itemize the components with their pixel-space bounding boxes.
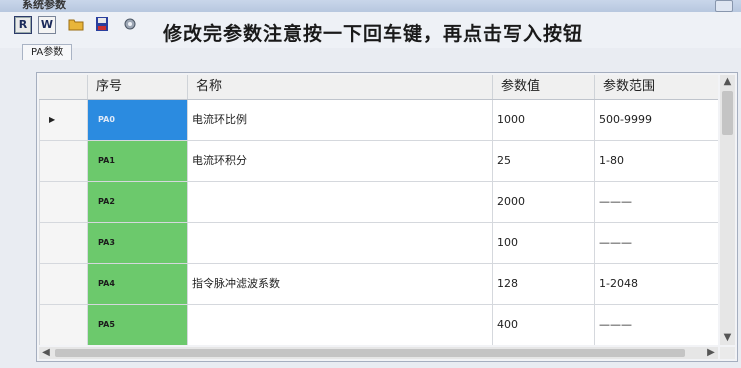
param-name-cell[interactable] bbox=[187, 182, 492, 222]
scroll-up-icon[interactable]: ▲ bbox=[720, 75, 735, 89]
row-header[interactable]: ▶ bbox=[39, 100, 87, 140]
param-id-cell[interactable]: PA1 bbox=[87, 141, 187, 181]
col-header-value[interactable]: 参数值 bbox=[492, 75, 594, 99]
param-range-cell[interactable]: 500-9999 bbox=[594, 100, 718, 140]
horizontal-scroll-thumb[interactable] bbox=[55, 349, 685, 357]
table-row[interactable]: ▶ PA0 电流环比例 1000 500-9999 bbox=[39, 100, 718, 141]
param-name-cell[interactable]: 电流环比例 bbox=[187, 100, 492, 140]
scrollbar-corner bbox=[720, 347, 735, 359]
param-id-cell[interactable]: PA0 bbox=[87, 100, 187, 140]
param-range-cell[interactable]: ——— bbox=[594, 305, 718, 345]
tab-pa-params[interactable]: PA参数 bbox=[22, 44, 73, 60]
save-disk-icon[interactable] bbox=[94, 16, 110, 32]
vertical-scrollbar[interactable]: ▲ ▼ bbox=[720, 75, 735, 345]
row-header-corner bbox=[39, 75, 87, 99]
window-title: 系统参数 bbox=[22, 0, 66, 11]
param-range-cell[interactable]: 1-80 bbox=[594, 141, 718, 181]
write-button[interactable]: W bbox=[38, 16, 56, 34]
row-header[interactable] bbox=[39, 182, 87, 222]
table-row[interactable]: PA4 指令脉冲滤波系数 128 1-2048 bbox=[39, 264, 718, 305]
param-name-cell[interactable]: 电流环积分 bbox=[187, 141, 492, 181]
param-range-cell[interactable]: ——— bbox=[594, 223, 718, 263]
settings-icon[interactable] bbox=[122, 16, 138, 32]
param-name-cell[interactable] bbox=[187, 305, 492, 345]
param-panel: 序号 名称 参数值 参数范围 ▶ PA0 电流环比例 1000 500-9999… bbox=[36, 72, 738, 362]
param-value-cell[interactable]: 25 bbox=[492, 141, 594, 181]
col-header-name[interactable]: 名称 bbox=[187, 75, 492, 99]
param-value-cell[interactable]: 2000 bbox=[492, 182, 594, 222]
current-row-arrow-icon: ▶ bbox=[49, 115, 56, 124]
param-value-cell[interactable]: 1000 bbox=[492, 100, 594, 140]
param-range-cell[interactable]: 1-2048 bbox=[594, 264, 718, 304]
row-header[interactable] bbox=[39, 223, 87, 263]
open-folder-icon[interactable] bbox=[68, 16, 84, 32]
scroll-down-icon[interactable]: ▼ bbox=[720, 331, 735, 345]
read-button[interactable]: R bbox=[14, 16, 32, 34]
table-row[interactable]: PA1 电流环积分 25 1-80 bbox=[39, 141, 718, 182]
vertical-scroll-thumb[interactable] bbox=[722, 91, 733, 135]
param-name-cell[interactable] bbox=[187, 223, 492, 263]
param-value-cell[interactable]: 100 bbox=[492, 223, 594, 263]
row-header[interactable] bbox=[39, 305, 87, 345]
row-header[interactable] bbox=[39, 141, 87, 181]
table-row[interactable]: PA5 400 ——— bbox=[39, 305, 718, 345]
param-value-cell[interactable]: 400 bbox=[492, 305, 594, 345]
param-range-cell[interactable]: ——— bbox=[594, 182, 718, 222]
scroll-right-icon[interactable]: ▶ bbox=[704, 347, 718, 359]
table-row[interactable]: PA2 2000 ——— bbox=[39, 182, 718, 223]
param-id-cell[interactable]: PA4 bbox=[87, 264, 187, 304]
col-header-id[interactable]: 序号 bbox=[87, 75, 187, 99]
param-id-cell[interactable]: PA5 bbox=[87, 305, 187, 345]
param-id-cell[interactable]: PA2 bbox=[87, 182, 187, 222]
param-id-cell[interactable]: PA3 bbox=[87, 223, 187, 263]
table-header: 序号 名称 参数值 参数范围 bbox=[39, 75, 718, 100]
title-bar: 系统参数 bbox=[0, 0, 741, 12]
scroll-left-icon[interactable]: ◀ bbox=[39, 347, 53, 359]
param-grid: 序号 名称 参数值 参数范围 ▶ PA0 电流环比例 1000 500-9999… bbox=[39, 75, 718, 345]
param-name-cell[interactable]: 指令脉冲滤波系数 bbox=[187, 264, 492, 304]
horizontal-scrollbar[interactable]: ◀ ▶ bbox=[39, 347, 718, 359]
row-header[interactable] bbox=[39, 264, 87, 304]
param-value-cell[interactable]: 128 bbox=[492, 264, 594, 304]
notice-text: 修改完参数注意按一下回车键，再点击写入按钮 bbox=[163, 23, 584, 45]
toolbar: R W 修改完参数注意按一下回车键，再点击写入按钮 bbox=[0, 12, 741, 48]
close-button[interactable] bbox=[715, 0, 733, 12]
table-row[interactable]: PA3 100 ——— bbox=[39, 223, 718, 264]
col-header-range[interactable]: 参数范围 bbox=[594, 75, 718, 99]
